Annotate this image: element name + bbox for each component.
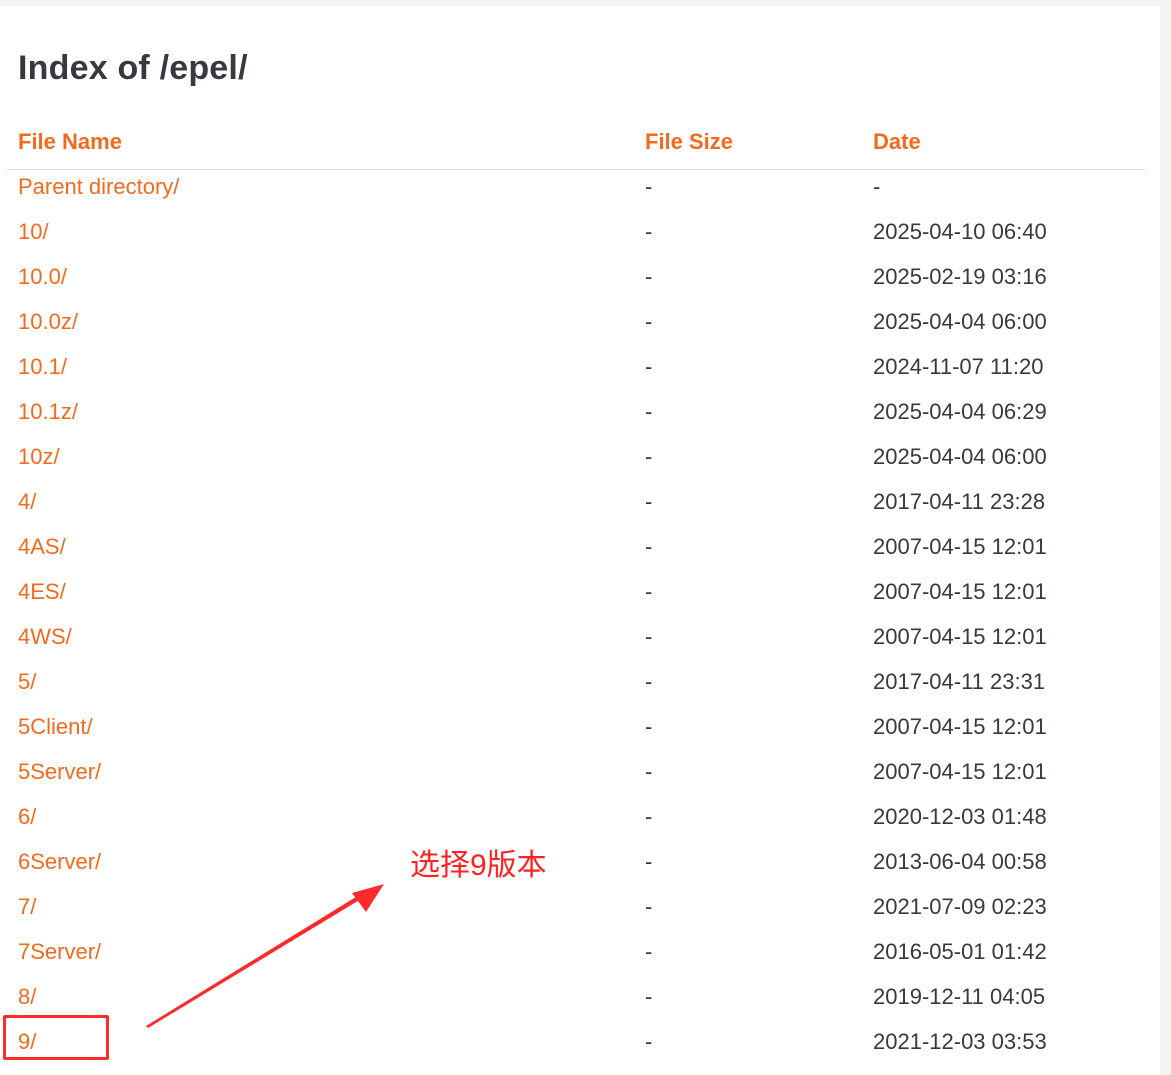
date-cell: 2019-12-11 04:05 [873, 984, 1046, 1009]
date-cell: 2013-06-04 00:58 [873, 849, 1047, 874]
file-name-link[interactable]: 10.0z/ [18, 307, 78, 337]
table-row: 10.1/ - 2024-11-07 11:20 [0, 352, 1160, 397]
column-header-file-name[interactable]: File Name [18, 127, 122, 157]
file-name-link[interactable]: 4WS/ [18, 622, 72, 652]
table-row: 10.1z/ - 2025-04-04 06:29 [0, 397, 1160, 442]
table-row: 10/ - 2025-04-10 06:40 [0, 217, 1160, 262]
date-cell: 2007-04-15 12:01 [873, 759, 1047, 784]
table-row: 6Server/ - 2013-06-04 00:58 [0, 847, 1160, 892]
date-cell: 2016-05-01 01:42 [873, 939, 1047, 964]
file-size-cell: - [645, 399, 653, 424]
file-size-cell: - [645, 489, 653, 514]
file-name-link[interactable]: 10.0/ [18, 262, 67, 292]
header-divider [6, 169, 1146, 170]
file-size-cell: - [645, 444, 653, 469]
table-row: 10.0/ - 2025-02-19 03:16 [0, 262, 1160, 307]
table-row: 4/ - 2017-04-11 23:28 [0, 487, 1160, 532]
date-cell: - [873, 174, 881, 199]
file-name-link[interactable]: 10.1/ [18, 352, 67, 382]
file-name-link[interactable]: 10z/ [18, 442, 60, 472]
column-header-date[interactable]: Date [873, 127, 921, 157]
file-size-cell: - [645, 939, 653, 964]
file-name-link[interactable]: 6Server/ [18, 847, 101, 877]
file-name-link[interactable]: 4/ [18, 487, 36, 517]
table-row: Parent directory/ - - [0, 172, 1160, 217]
file-name-link[interactable]: 4AS/ [18, 532, 66, 562]
table-row: 7/ - 2021-07-09 02:23 [0, 892, 1160, 937]
file-name-link[interactable]: 5Server/ [18, 757, 101, 787]
file-size-cell: - [645, 219, 653, 244]
table-row: 8/ - 2019-12-11 04:05 [0, 982, 1160, 1027]
table-row: 4AS/ - 2007-04-15 12:01 [0, 532, 1160, 577]
file-name-link[interactable]: 5/ [18, 667, 36, 697]
table-row: 5Client/ - 2007-04-15 12:01 [0, 712, 1160, 757]
file-size-cell: - [645, 669, 653, 694]
table-row: 7Server/ - 2016-05-01 01:42 [0, 937, 1160, 982]
date-cell: 2020-12-03 01:48 [873, 804, 1047, 829]
table-row: 5Server/ - 2007-04-15 12:01 [0, 757, 1160, 802]
file-size-cell: - [645, 894, 653, 919]
file-size-cell: - [645, 534, 653, 559]
date-cell: 2007-04-15 12:01 [873, 624, 1047, 649]
table-row: 4WS/ - 2007-04-15 12:01 [0, 622, 1160, 667]
file-name-link[interactable]: 4ES/ [18, 577, 66, 607]
file-name-link[interactable]: 10/ [18, 217, 49, 247]
date-cell: 2024-11-07 11:20 [873, 354, 1044, 379]
file-size-cell: - [645, 714, 653, 739]
highlight-box-annotation [3, 1015, 109, 1060]
table-row: 10z/ - 2025-04-04 06:00 [0, 442, 1160, 487]
file-size-cell: - [645, 264, 653, 289]
column-header-file-size[interactable]: File Size [645, 127, 733, 157]
table-row: 5/ - 2017-04-11 23:31 [0, 667, 1160, 712]
file-list: Parent directory/- -10/-2025-04-10 06:40 1… [0, 172, 1160, 1072]
table-row: 4ES/ - 2007-04-15 12:01 [0, 577, 1160, 622]
file-size-cell: - [645, 624, 653, 649]
date-cell: 2007-04-15 12:01 [873, 534, 1047, 559]
file-size-cell: - [645, 804, 653, 829]
annotation-label: 选择9版本 [410, 849, 547, 882]
date-cell: 2017-04-11 23:31 [873, 669, 1046, 694]
file-size-cell: - [645, 1029, 653, 1054]
date-cell: 2025-04-10 06:40 [873, 219, 1047, 244]
date-cell: 2017-04-11 23:28 [873, 489, 1046, 514]
file-size-cell: - [645, 579, 653, 604]
date-cell: 2021-12-03 03:53 [873, 1029, 1047, 1054]
file-size-cell: - [645, 984, 653, 1009]
file-name-link[interactable]: 7Server/ [18, 937, 101, 967]
table-row: 6/ - 2020-12-03 01:48 [0, 802, 1160, 847]
page-title: Index of /epel/ [18, 49, 248, 87]
date-cell: 2007-04-15 12:01 [873, 714, 1047, 739]
file-size-cell: - [645, 849, 653, 874]
date-cell: 2025-04-04 06:29 [873, 399, 1047, 424]
file-name-link[interactable]: Parent directory/ [18, 172, 179, 202]
file-name-link[interactable]: 7/ [18, 892, 36, 922]
file-name-link[interactable]: 8/ [18, 982, 36, 1012]
file-size-cell: - [645, 759, 653, 784]
file-size-cell: - [645, 309, 653, 334]
date-cell: 2007-04-15 12:01 [873, 579, 1047, 604]
date-cell: 2025-04-04 06:00 [873, 444, 1047, 469]
date-cell: 2021-07-09 02:23 [873, 894, 1047, 919]
table-row: 10.0z/ - 2025-04-04 06:00 [0, 307, 1160, 352]
file-name-link[interactable]: 5Client/ [18, 712, 93, 742]
file-size-cell: - [645, 174, 653, 199]
table-row: 9/-2021-12-03 03:53 [0, 1027, 1160, 1072]
file-name-link[interactable]: 6/ [18, 802, 36, 832]
file-name-link[interactable]: 10.1z/ [18, 397, 78, 427]
file-size-cell: - [645, 354, 653, 379]
date-cell: 2025-02-19 03:16 [873, 264, 1047, 289]
date-cell: 2025-04-04 06:00 [873, 309, 1047, 334]
